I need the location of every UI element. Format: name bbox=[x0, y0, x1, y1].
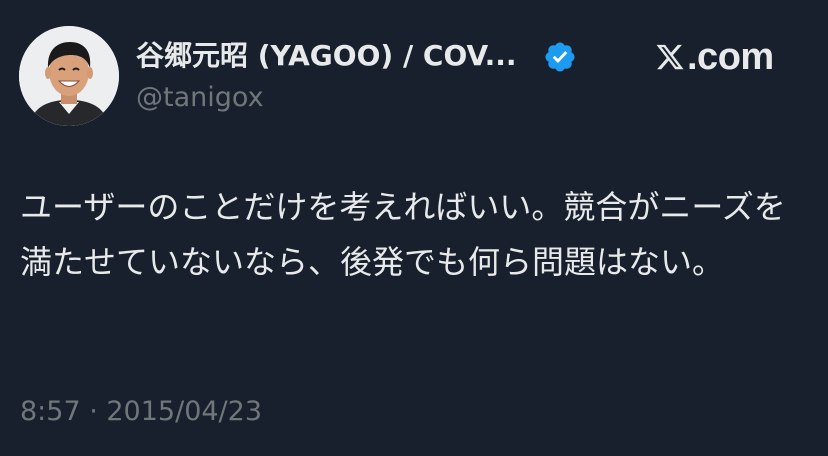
author-handle[interactable]: @tanigox bbox=[136, 80, 264, 116]
x-logo-icon bbox=[656, 44, 684, 70]
author-display-name[interactable]: 谷郷元昭 (YAGOO) / COV... bbox=[136, 36, 517, 76]
verified-badge-icon bbox=[545, 42, 575, 72]
tweet-text: ユーザーのことだけを考えればいい。競合がニーズを満たせていないなら、後発でも何ら… bbox=[20, 188, 786, 281]
avatar-image bbox=[19, 26, 119, 126]
tweet-timestamp[interactable]: 8:57 · 2015/04/23 bbox=[20, 392, 262, 432]
avatar[interactable] bbox=[19, 26, 119, 126]
site-domain-text: .com bbox=[687, 36, 774, 78]
site-logo: .com bbox=[655, 34, 774, 80]
